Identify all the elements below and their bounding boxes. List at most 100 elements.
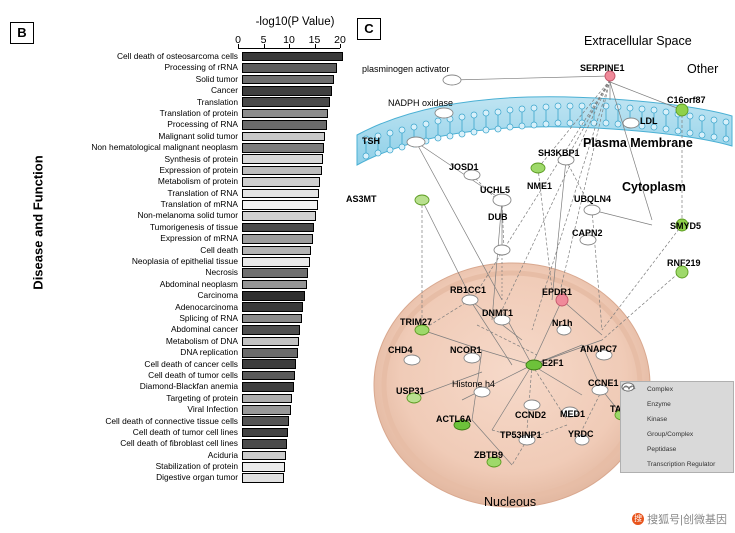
node-plasminogen-activator (442, 74, 462, 86)
bar-row: Solid tumor (60, 74, 350, 85)
bar-row: Abdominal neoplasm (60, 279, 350, 290)
bar-category-label: Non hematological malignant neoplasm (91, 142, 238, 153)
bar-row: Cell death of osteosarcoma cells (60, 51, 350, 62)
bar (242, 359, 297, 370)
node-label-ccnd2: CCND2 (515, 410, 547, 420)
legend-item-label: Enzyme (647, 401, 671, 408)
x-axis-ticks: 0 5 10 15 20 (235, 34, 346, 48)
node-label-nr1h: Nr1h (552, 318, 573, 328)
region-label-nucleous: Nucleous (484, 495, 537, 509)
node-label-ccne1: CCNE1 (588, 378, 619, 388)
bar (242, 268, 309, 278)
bar (242, 211, 317, 221)
node-label-dub: DUB (488, 212, 508, 222)
bar-track (242, 188, 344, 199)
node-nme1 (530, 162, 546, 174)
bar (242, 245, 312, 256)
panel-c-network-diagram: C Extracellular Space Plasma Membrane Cy… (346, 0, 735, 533)
legend-item: Enzyme (621, 382, 733, 412)
node-rb1cc1 (461, 294, 479, 306)
bar-row: Translation of mRNA (60, 199, 350, 210)
x-tick-mark (340, 44, 341, 48)
panel-b-bar-chart: B -log10(P Value) 0 5 10 15 20 Disease and F… (0, 0, 352, 533)
bar-category-label: Cell death of cancer cells (144, 358, 238, 369)
x-tick-mark (289, 44, 290, 48)
bar (242, 336, 299, 347)
bar-track (242, 461, 344, 472)
legend-item-label: Transcription Regulator (647, 461, 716, 468)
node-label-actl6a: ACTL6A (436, 414, 472, 424)
enzyme-icon (621, 382, 643, 411)
bar-row: Metabolism of DNA (60, 336, 350, 347)
node-label-anapc7: ANAPC7 (580, 344, 618, 354)
bar-track (242, 131, 344, 142)
bar-track (242, 370, 344, 381)
bar-row: Translation of protein (60, 108, 350, 119)
bar-category-label: Translation of protein (159, 107, 238, 118)
kinase-icon (623, 382, 643, 426)
bar-track (242, 450, 344, 461)
bar-track (242, 268, 344, 278)
x-axis-title: -log10(P Value) (255, 16, 335, 28)
bar (242, 51, 343, 62)
bar-row: Stabilization of protein (60, 461, 350, 472)
bar-category-label: Targeting of protein (166, 392, 238, 403)
bar-row: Processing of RNA (60, 119, 350, 130)
region-label-extracellular-space: Extracellular Space (584, 34, 692, 48)
bar-row: Cell death (60, 245, 350, 256)
node-uchl5 (492, 193, 512, 207)
bar (242, 325, 301, 335)
node-label-capn2: CAPN2 (572, 228, 603, 238)
legend-item: Complex (621, 382, 733, 397)
bar-row: Cell death of tumor cell lines (60, 427, 350, 438)
node-chd4 (403, 354, 421, 366)
bar-row: Adenocarcinoma (60, 302, 350, 313)
bar-track (242, 199, 344, 210)
node-dub (493, 244, 511, 256)
bar-row: Aciduria (60, 450, 350, 461)
bar-category-label: Translation of RNA (167, 187, 238, 198)
bar (242, 131, 326, 142)
x-tick-mark (263, 44, 265, 48)
bar-category-label: Cell death of osteosarcoma cells (116, 51, 238, 61)
y-axis-title: Disease and Function (30, 155, 46, 290)
bar (242, 234, 313, 244)
region-label-plasma-membrane: Plasma Membrane (583, 136, 693, 150)
bar-track (242, 165, 344, 176)
bar-row: Translation (60, 97, 350, 108)
node-label-uchl5: UCHL5 (480, 185, 511, 195)
watermark: 搜 搜狐号|创微基因 (632, 511, 727, 527)
bar (242, 291, 306, 301)
bar (242, 461, 286, 472)
bar (242, 279, 307, 290)
bar-row: Cell death of connective tissue cells (60, 416, 350, 427)
bar-category-label: Abdominal cancer (170, 324, 238, 335)
bar-row: Cell death of tumor cells (60, 370, 350, 381)
node-label-trim27: TRIM27 (400, 317, 433, 327)
node-label-plasminogen-activator: plasminogen activator (362, 64, 450, 74)
x-axis-line (238, 44, 341, 49)
legend-item: Kinase (621, 382, 733, 427)
bar (242, 120, 327, 130)
legend-item-label: Kinase (647, 416, 668, 423)
bar-track (242, 313, 344, 324)
bar (242, 427, 289, 438)
node-label-tp53inp1: TP53INP1 (500, 430, 542, 440)
bar (242, 313, 302, 324)
bar-track (242, 51, 344, 62)
bar-category-label: Carcinoma (197, 290, 239, 301)
bar-track (242, 473, 344, 483)
node-label-tsh: TSH (362, 136, 380, 146)
bar (242, 74, 334, 85)
bar-category-label: Metabolism of protein (157, 176, 238, 187)
bar (242, 450, 287, 461)
bar-category-label: Viral Infection (187, 404, 238, 415)
legend-item-label: Peptidase (647, 446, 677, 453)
node-c16orf87 (675, 103, 689, 117)
legend-item: Peptidase (621, 382, 733, 457)
bar-category-label: Stabilization of protein (155, 461, 238, 472)
bar-category-label: Translation of mRNA (160, 199, 238, 210)
bar-category-label: Cell death of tumor cells (148, 369, 238, 380)
bar-category-label: Expression of protein (159, 164, 238, 175)
transcription-regulator-icon (622, 385, 643, 471)
